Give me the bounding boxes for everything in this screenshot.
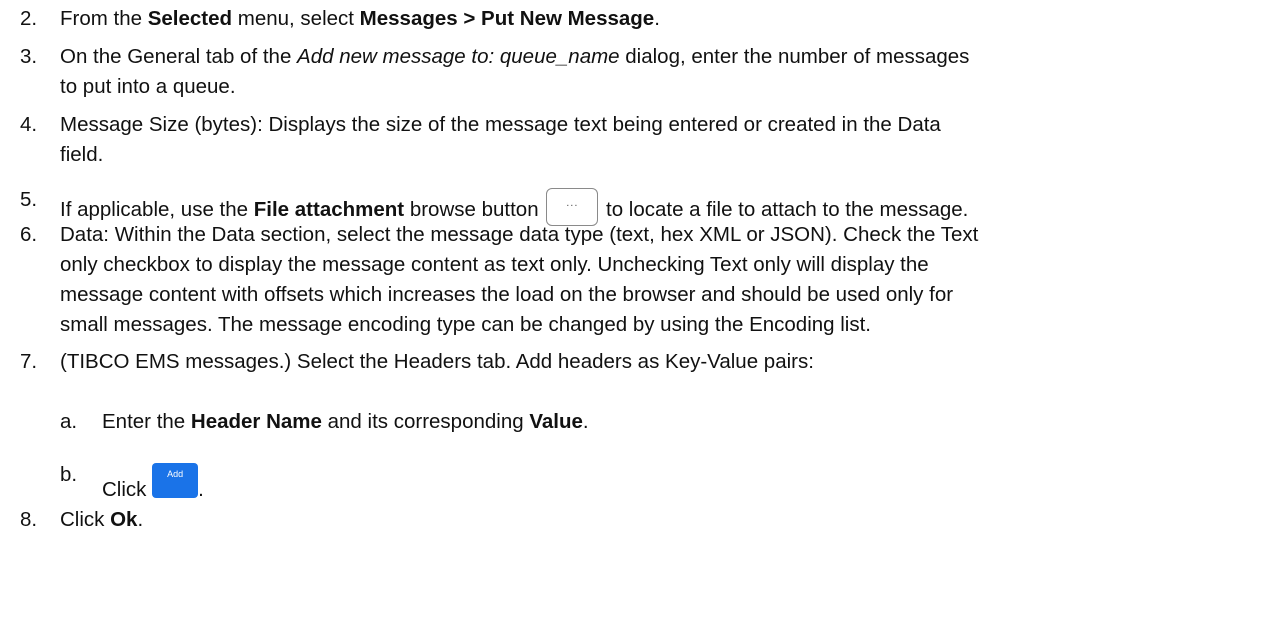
step-number: 2. xyxy=(20,7,38,30)
instruction-document: 2. From the Selected menu, select Messag… xyxy=(20,7,979,531)
substep-letter: b. xyxy=(60,463,78,486)
field-name: Header Name xyxy=(190,410,322,433)
step-number: 6. xyxy=(20,223,38,246)
menu-path: Messages > Put New Message xyxy=(359,7,655,30)
field-name: File attachment xyxy=(253,198,405,221)
step-number: 7. xyxy=(20,350,38,373)
step-number: 8. xyxy=(20,508,38,531)
step-number: 3. xyxy=(20,45,38,68)
add-button-image: Add xyxy=(152,463,199,498)
step-text: If applicable, use the File attachment b… xyxy=(60,188,968,226)
button-name: Ok xyxy=(110,508,138,531)
step-number: 5. xyxy=(20,188,38,211)
step-text: Click Add. xyxy=(102,463,204,502)
step-number: 4. xyxy=(20,113,38,136)
dialog-name: Add new message to: queue_name xyxy=(297,45,620,68)
browse-button-image: ... xyxy=(546,188,599,226)
field-name: Value xyxy=(529,410,583,433)
substep-letter: a. xyxy=(60,410,78,433)
ellipsis-icon: ... xyxy=(566,197,579,209)
step-text: Enter the Header Name and its correspond… xyxy=(102,410,589,433)
step-text: On the General tab of the Add new messag… xyxy=(60,45,970,68)
step-text: From the Selected menu, select Messages … xyxy=(60,7,660,30)
menu-name: Selected xyxy=(147,7,233,30)
step-text: Click Ok. xyxy=(60,508,144,531)
